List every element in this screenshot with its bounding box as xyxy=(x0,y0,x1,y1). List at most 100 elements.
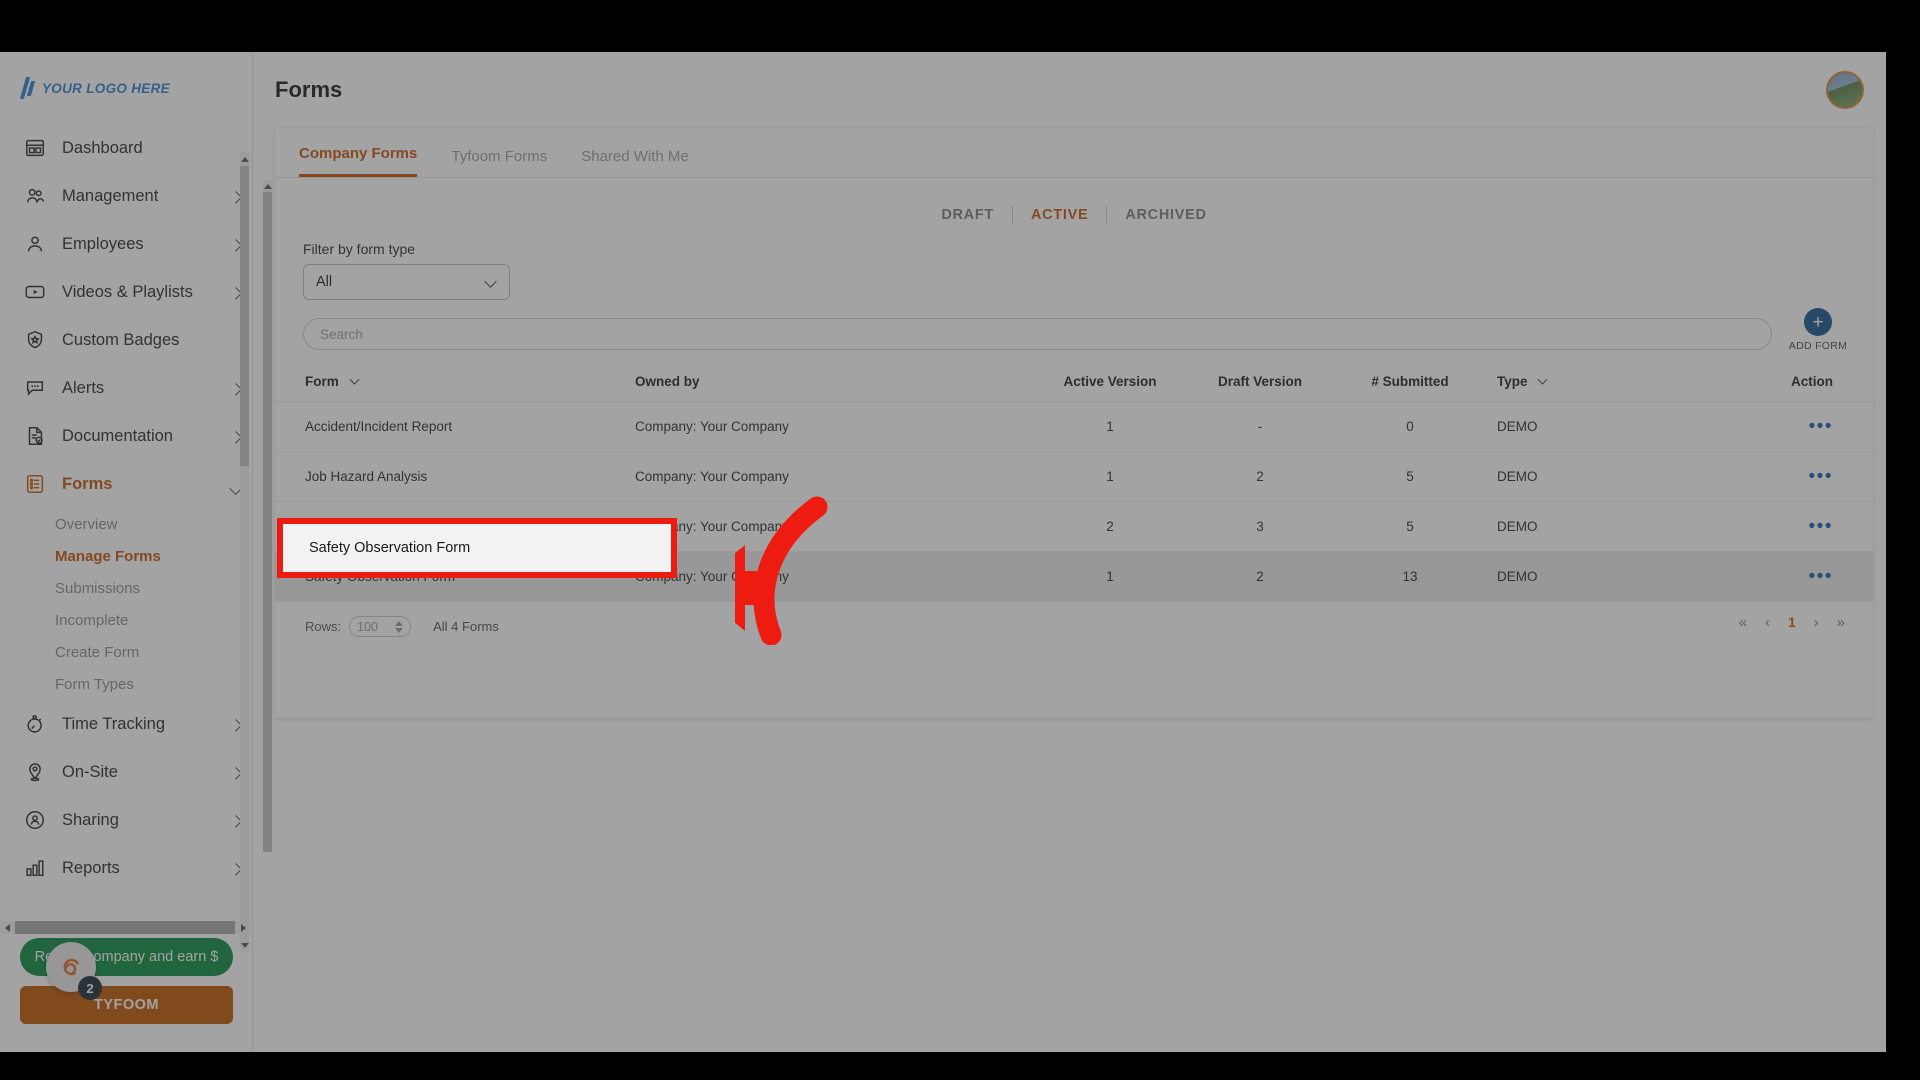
tyfoom-brand-button[interactable]: TYFOOM xyxy=(20,986,233,1024)
share-icon xyxy=(22,807,48,833)
cell-type: DEMO xyxy=(1485,502,1625,552)
sidebar-item-sharing[interactable]: Sharing xyxy=(0,796,253,844)
pagination-prev-button[interactable]: ‹ xyxy=(1765,614,1770,631)
sidebar-subitem-create-form[interactable]: Create Form xyxy=(0,636,253,668)
scroll-up-icon[interactable] xyxy=(263,180,272,192)
sidebar-horizontal-scrollbar[interactable] xyxy=(0,921,250,934)
top-bar: Forms xyxy=(253,52,1886,128)
form-type-filter: Filter by form type All xyxy=(275,229,1873,300)
cell-form[interactable]: Job Hazard Analysis xyxy=(275,452,635,502)
column-header-form[interactable]: Form xyxy=(275,364,635,402)
scrollbar-thumb[interactable] xyxy=(15,921,235,934)
sidebar-item-label: Dashboard xyxy=(62,139,143,158)
sidebar-item-documentation[interactable]: Documentation xyxy=(0,412,253,460)
cell-draft-version: - xyxy=(1185,402,1335,452)
pagination-last-button[interactable]: » xyxy=(1837,614,1845,631)
sidebar-item-label: Reports xyxy=(62,859,120,878)
people-icon xyxy=(22,183,48,209)
status-tab-active[interactable]: ACTIVE xyxy=(1013,207,1106,223)
more-actions-icon: ••• xyxy=(1809,566,1833,587)
scroll-left-icon[interactable] xyxy=(0,921,14,934)
sidebar-subitem-form-types[interactable]: Form Types xyxy=(0,668,253,700)
annotation-callout-box: Safety Observation Form xyxy=(277,518,677,578)
avatar[interactable] xyxy=(1826,71,1864,109)
row-actions-button[interactable]: ••• xyxy=(1625,402,1873,452)
scrollbar-thumb[interactable] xyxy=(240,166,249,466)
status-tab-archived[interactable]: ARCHIVED xyxy=(1107,207,1224,223)
plus-icon: + xyxy=(1804,308,1832,336)
search-row: + ADD FORM xyxy=(275,300,1873,350)
sidebar-subitem-overview[interactable]: Overview xyxy=(0,508,253,540)
column-label: # Submitted xyxy=(1371,374,1448,389)
sidebar-footer: Refer a company and earn $ TYFOOM xyxy=(0,938,253,1052)
sidebar: YOUR LOGO HERE Dashboard xyxy=(0,52,253,1052)
sidebar-subitem-manage-forms[interactable]: Manage Forms xyxy=(0,540,253,572)
cell-owned-by: Company: Your Company xyxy=(635,552,1035,602)
add-form-label: ADD FORM xyxy=(1789,340,1847,352)
sidebar-item-label: Alerts xyxy=(62,379,104,398)
alert-chat-icon xyxy=(22,375,48,401)
cell-owned-by: Company: Your Company xyxy=(635,452,1035,502)
cell-active-version: 1 xyxy=(1035,452,1185,502)
scroll-down-icon[interactable] xyxy=(240,938,249,952)
sidebar-item-label: Management xyxy=(62,187,158,206)
sidebar-item-dashboard[interactable]: Dashboard xyxy=(0,124,253,172)
pagination-current-page[interactable]: 1 xyxy=(1788,615,1796,630)
stopwatch-icon xyxy=(22,711,48,737)
more-actions-icon: ••• xyxy=(1809,416,1833,437)
cell-active-version: 2 xyxy=(1035,502,1185,552)
sidebar-item-label: Forms xyxy=(62,475,112,494)
sidebar-item-reports[interactable]: Reports xyxy=(0,844,253,892)
row-actions-button[interactable]: ••• xyxy=(1625,552,1873,602)
annotation-callout-text: Safety Observation Form xyxy=(309,540,470,556)
sidebar-subitem-label: Manage Forms xyxy=(55,548,161,565)
row-actions-button[interactable]: ••• xyxy=(1625,452,1873,502)
cell-submitted: 13 xyxy=(1335,552,1485,602)
form-type-select[interactable]: All xyxy=(303,264,510,300)
pagination: « ‹ 1 › » xyxy=(1739,614,1845,631)
cell-owned-by: Company: Your Company xyxy=(635,502,1035,552)
status-tab-draft[interactable]: DRAFT xyxy=(923,207,1012,223)
tab-shared-with-me[interactable]: Shared With Me xyxy=(581,148,689,177)
sidebar-item-videos-playlists[interactable]: Videos & Playlists xyxy=(0,268,253,316)
sidebar-item-employees[interactable]: Employees xyxy=(0,220,253,268)
pagination-first-button[interactable]: « xyxy=(1739,614,1747,631)
tab-label: Tyfoom Forms xyxy=(451,148,547,165)
tab-tyfoom-forms[interactable]: Tyfoom Forms xyxy=(451,148,547,177)
sidebar-item-label: Sharing xyxy=(62,811,119,830)
row-actions-button[interactable]: ••• xyxy=(1625,502,1873,552)
logo-mark-icon xyxy=(22,77,36,99)
column-header-draft-version: Draft Version xyxy=(1185,364,1335,402)
scroll-up-icon[interactable] xyxy=(240,152,249,166)
table-row[interactable]: Job Hazard Analysis Company: Your Compan… xyxy=(275,452,1873,502)
sidebar-item-management[interactable]: Management xyxy=(0,172,253,220)
sidebar-item-on-site[interactable]: On-Site xyxy=(0,748,253,796)
pagination-next-button[interactable]: › xyxy=(1814,614,1819,631)
badge-icon xyxy=(22,327,48,353)
sidebar-subitem-incomplete[interactable]: Incomplete xyxy=(0,604,253,636)
table-row[interactable]: Accident/Incident Report Company: Your C… xyxy=(275,402,1873,452)
more-actions-icon: ••• xyxy=(1809,466,1833,487)
sidebar-subitem-submissions[interactable]: Submissions xyxy=(0,572,253,604)
column-label: Action xyxy=(1791,374,1833,389)
rows-per-page-stepper[interactable]: 100 xyxy=(349,616,411,637)
sidebar-item-forms[interactable]: Forms xyxy=(0,460,253,508)
sidebar-item-alerts[interactable]: Alerts xyxy=(0,364,253,412)
column-header-submitted: # Submitted xyxy=(1335,364,1485,402)
scrollbar-thumb[interactable] xyxy=(263,192,272,852)
status-tab-label: ACTIVE xyxy=(1031,207,1088,223)
scroll-right-icon[interactable] xyxy=(236,921,250,934)
tab-company-forms[interactable]: Company Forms xyxy=(299,145,417,177)
panel-vertical-scrollbar[interactable] xyxy=(263,180,272,810)
add-form-button[interactable]: + ADD FORM xyxy=(1781,308,1855,352)
cell-form[interactable]: Accident/Incident Report xyxy=(275,402,635,452)
sidebar-subitem-label: Overview xyxy=(55,516,118,533)
sidebar-item-custom-badges[interactable]: Custom Badges xyxy=(0,316,253,364)
column-header-action: Action xyxy=(1625,364,1873,402)
search-input[interactable] xyxy=(303,318,1772,350)
column-label: Draft Version xyxy=(1218,374,1302,389)
document-icon xyxy=(22,423,48,449)
sidebar-vertical-scrollbar[interactable] xyxy=(240,152,249,952)
sidebar-item-time-tracking[interactable]: Time Tracking xyxy=(0,700,253,748)
column-header-type[interactable]: Type xyxy=(1485,364,1625,402)
